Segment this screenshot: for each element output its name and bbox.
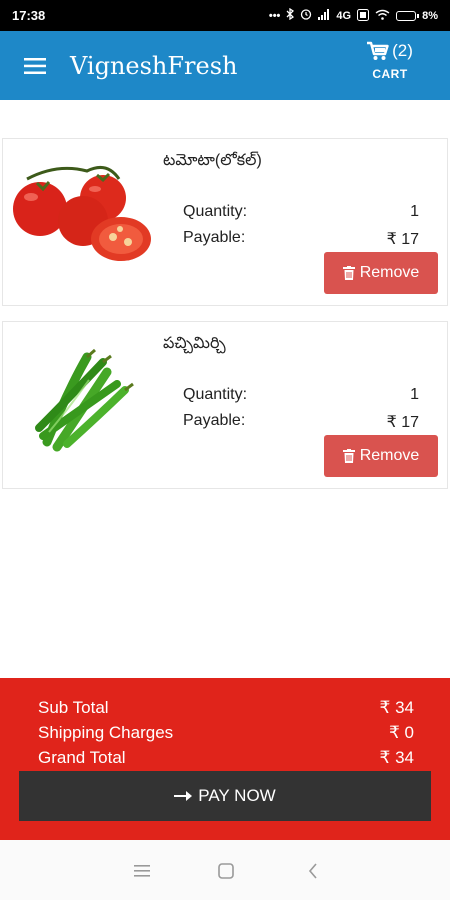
pay-now-button[interactable]: PAY NOW xyxy=(19,771,431,821)
payable-row: Payable: ₹ 17 xyxy=(183,229,419,249)
home-icon xyxy=(218,863,234,879)
shipping-value: ₹ 0 xyxy=(389,723,414,742)
cart-icon xyxy=(367,41,389,60)
remove-button[interactable]: Remove xyxy=(324,252,438,294)
hamburger-menu-button[interactable] xyxy=(0,31,70,100)
system-nav-bar xyxy=(0,840,450,900)
sub-total-row: Sub Total ₹ 34 xyxy=(38,698,414,718)
green-chilli-image xyxy=(7,332,153,462)
shipping-row: Shipping Charges ₹ 0 xyxy=(38,723,414,743)
item-name: పచ్చిమిర్చి xyxy=(163,335,226,352)
volte-icon xyxy=(357,8,370,23)
cart-item: పచ్చిమిర్చి Quantity: 1 Payable: ₹ 17 Re… xyxy=(2,321,448,489)
remove-button[interactable]: Remove xyxy=(324,435,438,477)
order-summary: Sub Total ₹ 34 Shipping Charges ₹ 0 Gran… xyxy=(0,678,450,840)
trash-icon xyxy=(342,449,355,463)
home-button[interactable] xyxy=(215,860,237,882)
recents-icon xyxy=(134,865,150,877)
shipping-label: Shipping Charges xyxy=(38,723,174,742)
payable-label: Payable: xyxy=(183,229,246,246)
battery-level: 8% xyxy=(422,9,438,22)
status-time: 17:38 xyxy=(12,8,46,23)
cart-item: టమోటా(లోకల్) Quantity: 1 Payable: ₹ 17 R… xyxy=(2,138,448,306)
hamburger-icon xyxy=(24,57,46,74)
status-icons: ••• 4G 8% xyxy=(268,7,438,23)
payable-value: ₹ 17 xyxy=(386,231,419,248)
trash-icon xyxy=(342,266,355,280)
cart-count: (2) xyxy=(392,41,413,60)
quantity-label: Quantity: xyxy=(183,203,248,220)
quantity-value: 1 xyxy=(410,203,419,220)
quantity-value: 1 xyxy=(410,386,419,403)
grand-total-row: Grand Total ₹ 34 xyxy=(38,748,414,768)
payable-value: ₹ 17 xyxy=(386,414,419,431)
payable-label: Payable: xyxy=(183,412,246,429)
grand-total-label: Grand Total xyxy=(38,748,126,767)
pay-now-label: PAY NOW xyxy=(198,786,276,805)
item-name: టమోటా(లోకల్) xyxy=(163,152,262,169)
quantity-row: Quantity: 1 xyxy=(183,386,419,404)
wifi-icon xyxy=(375,9,390,23)
sub-total-label: Sub Total xyxy=(38,698,109,717)
alarm-icon xyxy=(300,8,312,23)
battery-icon xyxy=(396,10,420,21)
cart-label: CART xyxy=(372,67,408,81)
more-dots-icon: ••• xyxy=(268,9,281,22)
arrow-right-icon xyxy=(174,791,193,801)
back-button[interactable] xyxy=(302,860,324,882)
signal-icon xyxy=(318,8,330,23)
bluetooth-icon xyxy=(286,7,295,23)
sub-total-value: ₹ 34 xyxy=(379,698,414,717)
remove-label: Remove xyxy=(359,264,420,281)
network-type: 4G xyxy=(336,9,352,22)
payable-row: Payable: ₹ 17 xyxy=(183,412,419,432)
recents-button[interactable] xyxy=(131,860,153,882)
app-title: VigneshFresh xyxy=(70,51,238,80)
tomato-image xyxy=(7,149,153,279)
status-bar: 17:38 ••• 4G 8% xyxy=(0,0,450,31)
grand-total-value: ₹ 34 xyxy=(379,748,414,767)
back-icon xyxy=(308,863,317,879)
cart-button[interactable]: (2) CART xyxy=(360,41,420,81)
app-bar: VigneshFresh (2) CART xyxy=(0,31,450,100)
remove-label: Remove xyxy=(359,447,420,464)
quantity-label: Quantity: xyxy=(183,386,248,403)
quantity-row: Quantity: 1 xyxy=(183,203,419,221)
